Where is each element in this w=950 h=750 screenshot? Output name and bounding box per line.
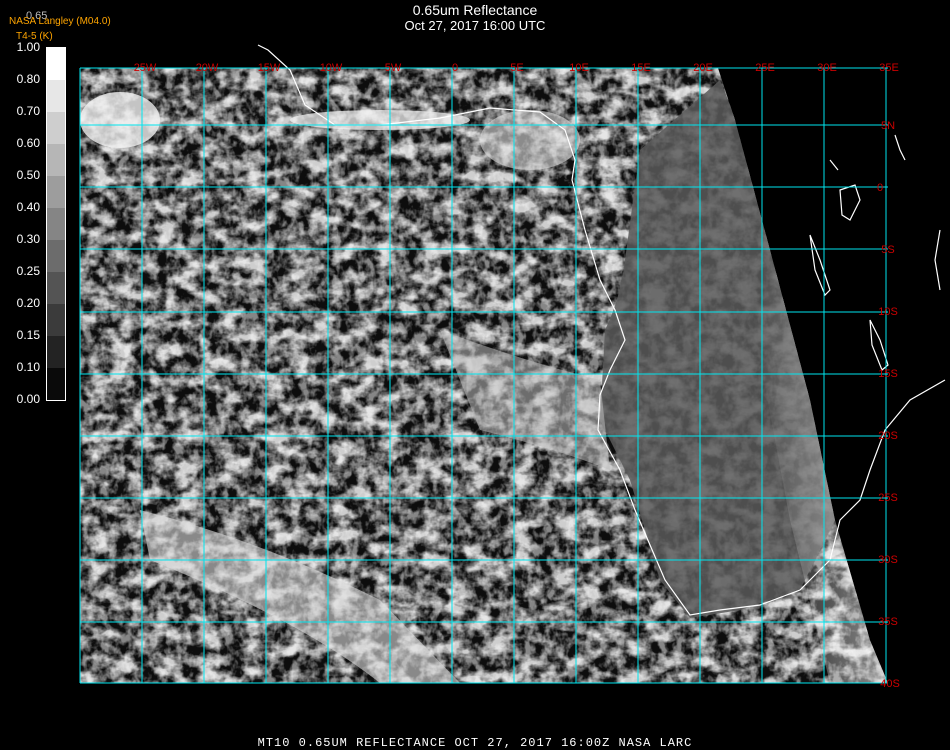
imagery (80, 68, 888, 683)
latitude-label: 0 (877, 182, 883, 194)
credit-label: NASA Langley (M04.0) (9, 16, 111, 27)
legend-tick-label: 0.60 (16, 136, 40, 150)
longitude-label: 15E (631, 62, 651, 74)
longitude-label: 15W (258, 62, 281, 74)
legend-tick-label: 0.10 (16, 360, 40, 374)
legend-tick-label: 0.70 (16, 104, 40, 118)
latitude-label: 40S (880, 678, 900, 690)
map-title: 0.65um Reflectance (412, 2, 538, 18)
satellite-map: 25W 20W 15W 10W 5W 0 5E 10E 15E 20E 25E 30E 35E 5N 0 5S… (79, 44, 946, 690)
longitude-label: 0 (452, 62, 458, 74)
longitude-label: 25E (755, 62, 775, 74)
legend-segment (47, 240, 65, 272)
longitude-label: 5E (510, 62, 523, 74)
longitude-label: 20W (196, 62, 219, 74)
legend-segment (47, 144, 65, 176)
latitude-label: 5N (881, 120, 895, 132)
legend-tick-label: 0.40 (16, 200, 40, 214)
longitude-label: 20E (693, 62, 713, 74)
legend-segment (47, 176, 65, 208)
latitude-label: 15S (878, 368, 898, 380)
longitude-label: 30E (817, 62, 837, 74)
legend-segment (47, 48, 65, 80)
legend-segment (47, 304, 65, 336)
legend-segment (47, 368, 65, 400)
legend-tick-label: 0.15 (16, 328, 40, 342)
latitude-label: 20S (878, 430, 898, 442)
legend-tick-label: 0.25 (16, 264, 40, 278)
legend-segment (47, 112, 65, 144)
legend-tick-label: 0.50 (16, 168, 40, 182)
longitude-label: 10W (320, 62, 343, 74)
legend-tick-label: 0.00 (16, 392, 40, 406)
latitude-label: 35S (878, 616, 898, 628)
longitude-label: 10E (569, 62, 589, 74)
color-legend-bar (46, 47, 66, 401)
latitude-label: 5S (881, 244, 894, 256)
legend-segment (47, 336, 65, 368)
longitude-label: 35E (879, 62, 899, 74)
legend-segment (47, 208, 65, 240)
map-subtitle: Oct 27, 2017 16:00 UTC (404, 18, 546, 33)
legend-tick-label: 0.30 (16, 232, 40, 246)
latitude-label: 30S (878, 554, 898, 566)
latitude-label: 10S (878, 306, 898, 318)
legend-segment (47, 80, 65, 112)
legend-tick-label: 0.20 (16, 296, 40, 310)
legend-segment (47, 272, 65, 304)
longitude-label: 5W (385, 62, 402, 74)
footer-caption: MT10 0.65UM REFLECTANCE OCT 27, 2017 16:… (257, 736, 693, 750)
legend-tick-label: 0.80 (16, 72, 40, 86)
latitude-label: 25S (878, 492, 898, 504)
longitude-label: 25W (134, 62, 157, 74)
legend-tick-label: 1.00 (16, 40, 40, 54)
